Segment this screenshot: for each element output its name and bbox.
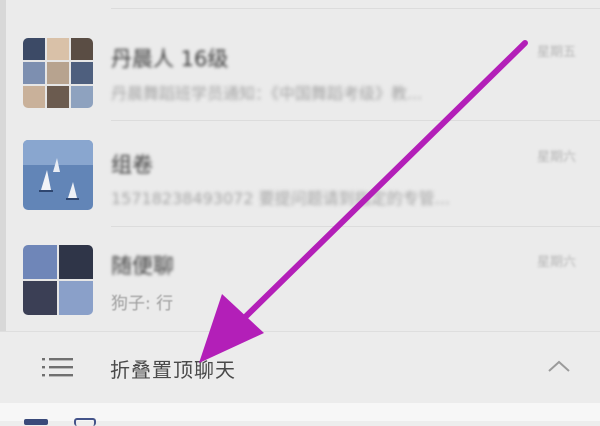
annotation-arrow-icon	[199, 40, 528, 363]
